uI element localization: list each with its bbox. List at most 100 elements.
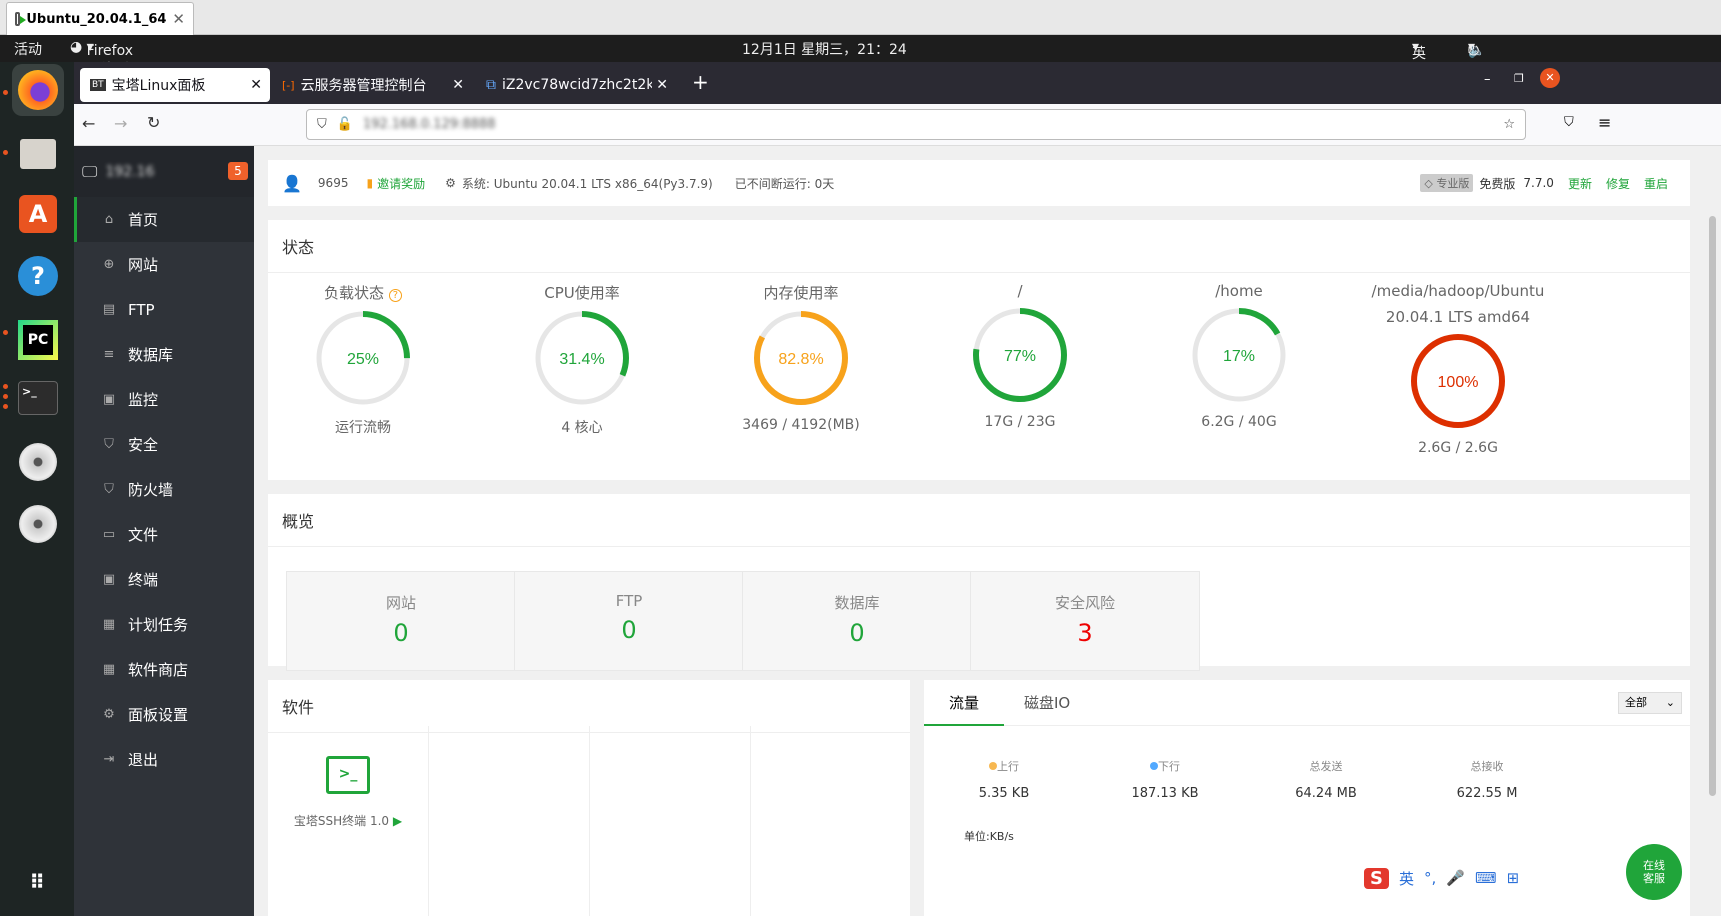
tab-traffic[interactable]: 流量	[924, 680, 1004, 726]
app-grid-icon[interactable]: ⠿	[12, 856, 64, 908]
top-info-bar: 👤 9695 ▮ 邀请奖励 ⚙ 系统: Ubuntu 20.04.1 LTS x…	[268, 160, 1690, 206]
traffic-stat: 总接收 622.55 M	[1456, 760, 1518, 801]
system-tray[interactable]: ⧉ 🔈 ⏻ ▾	[1468, 39, 1485, 59]
gauge-value: 82.8%	[778, 351, 823, 368]
help-icon[interactable]: ?	[12, 250, 64, 302]
sidebar-item[interactable]: ▦ 软件商店	[74, 647, 254, 692]
traffic-stat: 上行 5.35 KB	[978, 760, 1030, 801]
new-tab-button[interactable]: +	[692, 70, 709, 94]
files-icon[interactable]	[12, 128, 64, 180]
overview-stat[interactable]: 安全风险 3	[970, 571, 1200, 671]
stat-value: 0	[849, 619, 865, 647]
gnome-top-bar: 活动 ◕ Firefox 网络浏览器 ▾ 12月1日 星期三，21：24 英 ▾…	[0, 35, 1721, 98]
invite-link[interactable]: 邀请奖励	[377, 175, 425, 192]
software-center-icon[interactable]: A	[12, 188, 64, 240]
stat-label: 数据库	[834, 594, 880, 612]
sidebar-item[interactable]: ▦ 计划任务	[74, 602, 254, 647]
overview-stat[interactable]: FTP 0	[514, 571, 744, 671]
activities-button[interactable]: 活动	[14, 39, 42, 59]
gauge-value: 31.4%	[559, 351, 604, 368]
monitor-icon: 🖵	[82, 161, 98, 181]
gauge[interactable]: /home 17% 6.2G / 40G	[1129, 282, 1349, 430]
punctuation-icon[interactable]: °,	[1424, 869, 1436, 887]
restore-button[interactable]: ❐	[1514, 72, 1524, 85]
traffic-select[interactable]: 全部 ⌄	[1618, 692, 1682, 714]
update-link[interactable]: 更新	[1568, 175, 1592, 192]
reload-button[interactable]: ↻	[147, 113, 160, 132]
gauge[interactable]: / 77% 17G / 23G	[910, 282, 1130, 430]
pycharm-icon[interactable]: PC	[12, 314, 64, 366]
close-window-button[interactable]: ✕	[1540, 68, 1560, 88]
insecure-lock-icon[interactable]: 🔓	[337, 117, 353, 132]
sidebar-item-label: 计划任务	[128, 616, 189, 634]
notification-badge[interactable]: 5	[228, 162, 248, 180]
sidebar-item[interactable]: ⛉ 安全	[74, 422, 254, 467]
bookmark-star-icon[interactable]: ☆	[1503, 117, 1515, 132]
nav-icon: ⌂	[104, 212, 114, 227]
sidebar-item[interactable]: ▭ 文件	[74, 512, 254, 557]
gauge-sub: 3469 / 4192(MB)	[742, 417, 860, 433]
close-icon[interactable]: ✕	[656, 77, 668, 93]
terminal-icon[interactable]: >_	[12, 372, 64, 424]
scrollbar[interactable]	[1705, 146, 1721, 916]
firefox-icon[interactable]	[12, 64, 64, 116]
ime-toolbar[interactable]: S 英 °, 🎤 ⌨ ⊞	[1360, 860, 1542, 896]
sidebar-item[interactable]: ▣ 监控	[74, 377, 254, 422]
sidebar-item[interactable]: ⇥ 退出	[74, 737, 254, 782]
sidebar-item[interactable]: ⚙ 面板设置	[74, 692, 254, 737]
close-icon[interactable]: ✕	[250, 77, 262, 93]
ime-lang[interactable]: 英	[1399, 868, 1414, 889]
gauge-label: /media/hadoop/Ubuntu	[1371, 282, 1545, 300]
tab-cloud-console[interactable]: [-] 云服务器管理控制台 ✕	[272, 68, 472, 102]
gauge-sub: 运行流畅	[335, 420, 391, 436]
shield-icon[interactable]: ⛉	[317, 117, 327, 132]
restart-link[interactable]: 重启	[1644, 175, 1668, 192]
close-icon[interactable]: ✕	[452, 77, 464, 93]
minimize-button[interactable]: –	[1484, 72, 1491, 87]
sidebar-item-label: 数据库	[128, 346, 174, 364]
overview-stat[interactable]: 数据库 0	[742, 571, 972, 671]
url-text: 192.168.0.129:8888	[362, 117, 496, 132]
close-icon[interactable]: ✕	[172, 10, 185, 28]
back-button[interactable]: ←	[82, 114, 95, 133]
gauge-label: 负载状态 ?	[254, 282, 473, 303]
ime-indicator[interactable]: 英 ▾	[1412, 39, 1426, 62]
clock[interactable]: 12月1日 星期三，21：24	[742, 39, 907, 59]
gauge[interactable]: CPU使用率 31.4% 4 核心	[472, 282, 692, 437]
overview-stat[interactable]: 网站 0	[286, 571, 516, 671]
user-icon: 👤	[282, 173, 302, 193]
pro-badge[interactable]: ◇ 专业版	[1420, 174, 1474, 192]
tab-bt-panel[interactable]: BT 宝塔Linux面板 ✕	[80, 68, 270, 102]
mic-icon[interactable]: 🎤	[1446, 869, 1465, 887]
gauge-ring: 17%	[1192, 308, 1286, 402]
sidebar-item[interactable]: ≡ 数据库	[74, 332, 254, 377]
sidebar-item[interactable]: ⛉ 防火墙	[74, 467, 254, 512]
main-content: 👤 9695 ▮ 邀请奖励 ⚙ 系统: Ubuntu 20.04.1 LTS x…	[254, 146, 1704, 916]
software-item[interactable]: >_ 宝塔SSH终端 1.0 ▶	[268, 726, 429, 916]
sidebar-item[interactable]: ⊕ 网站	[74, 242, 254, 287]
legend-dot	[1150, 762, 1158, 770]
vm-tab[interactable]: Ubuntu_20.04.1_64 ✕	[6, 2, 194, 35]
tab-ssh[interactable]: ⧉ iZ2vc78wcid7zhc2t2k6tu✕	[476, 68, 676, 102]
tab-disk-io[interactable]: 磁盘IO	[1024, 680, 1070, 726]
online-support-button[interactable]: 在线 客服	[1626, 844, 1682, 900]
gauge[interactable]: 负载状态 ? 25% 运行流畅	[254, 282, 473, 437]
pocket-icon[interactable]: ⛉	[1564, 115, 1574, 130]
sidebar-item[interactable]: ⌂ 首页	[74, 197, 254, 242]
dvd-icon[interactable]	[12, 498, 64, 550]
nav-icon: ▦	[102, 617, 116, 632]
sidebar-item[interactable]: ▤ FTP	[74, 287, 254, 332]
gauge[interactable]: /media/hadoop/Ubuntu 20.04.1 LTS amd64 1…	[1348, 282, 1568, 456]
menu-icon[interactable]: ≡	[1598, 113, 1611, 132]
grid-icon[interactable]: ⊞	[1507, 869, 1520, 887]
forward-button[interactable]: →	[114, 114, 127, 133]
browser-window: BT 宝塔Linux面板 ✕ [-] 云服务器管理控制台 ✕ ⧉ iZ2vc78wc…	[74, 62, 1721, 916]
repair-link[interactable]: 修复	[1606, 175, 1630, 192]
sidebar-item[interactable]: ▣ 终端	[74, 557, 254, 602]
gauge[interactable]: 内存使用率 82.8% 3469 / 4192(MB)	[691, 282, 911, 433]
keyboard-icon[interactable]: ⌨	[1475, 869, 1497, 887]
sidebar-item-label: 面板设置	[128, 706, 189, 724]
app-menu[interactable]: ◕ Firefox 网络浏览器 ▾	[70, 39, 133, 98]
dvd-icon[interactable]	[12, 436, 64, 488]
url-bar[interactable]: ⛉ 🔓 192.168.0.129:8888 ☆	[306, 109, 1526, 140]
